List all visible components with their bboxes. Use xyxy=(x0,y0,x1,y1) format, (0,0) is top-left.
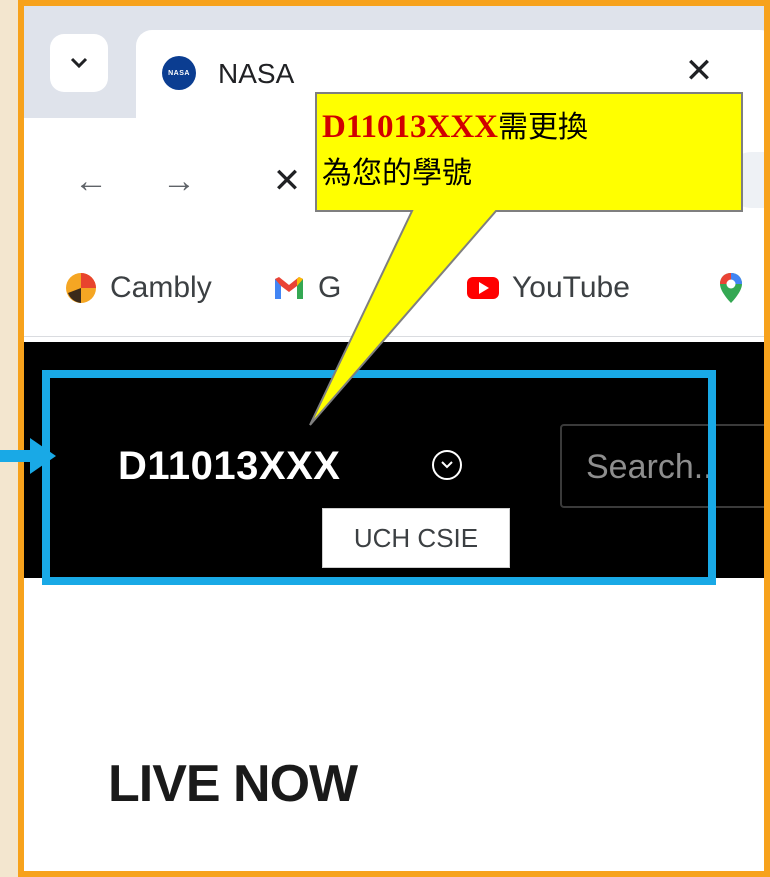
callout-text: D11013XXX需更換 為您的學號 xyxy=(322,104,732,197)
callout-code: D11013XXX xyxy=(322,109,499,145)
callout-line-2: 為您的學號 xyxy=(322,156,472,191)
callout-line-1: D11013XXX需更換 xyxy=(322,104,732,151)
callout-line-1-rest: 需更換 xyxy=(498,110,589,145)
